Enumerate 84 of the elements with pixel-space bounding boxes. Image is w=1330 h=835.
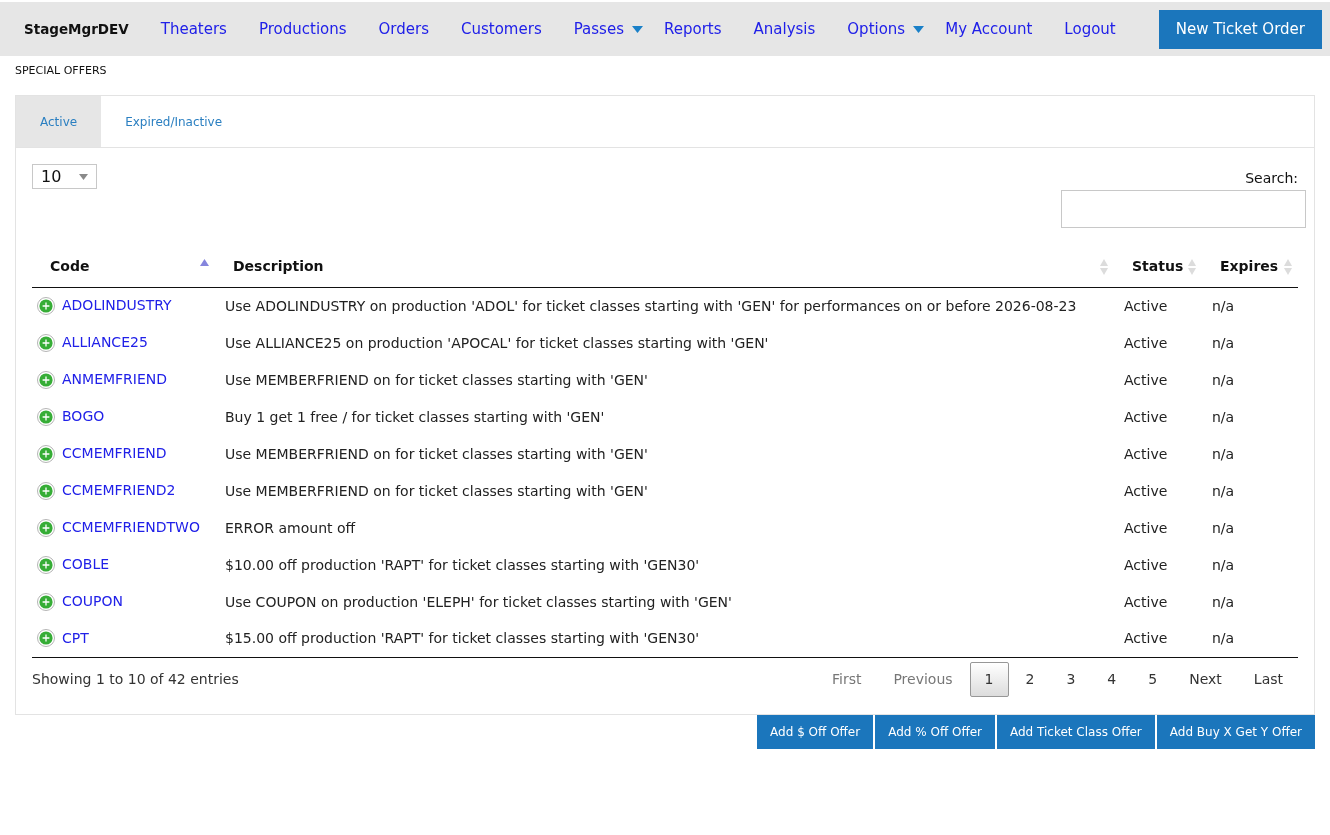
nav-link[interactable]: Logout (1048, 17, 1132, 41)
new-ticket-order-button[interactable]: New Ticket Order (1158, 9, 1322, 49)
table-cell: $10.00 off production 'RAPT' for ticket classes starting with 'GEN30' (225, 556, 700, 573)
nav-link[interactable]: Productions (242, 17, 363, 41)
table-cell: Active (1124, 408, 1168, 425)
offer-code-link[interactable]: CCMEMFRIEND2 (62, 480, 176, 501)
table-cell: $15.00 off production 'RAPT' for ticket classes starting with 'GEN30' (225, 630, 700, 647)
table-cell: n/a (1212, 593, 1235, 610)
expand-plus-icon[interactable] (37, 407, 55, 426)
offer-code-link[interactable]: COBLE (62, 554, 110, 575)
table-cell: n/a (1212, 371, 1235, 388)
brand-title: StageMgrDEV (24, 19, 130, 39)
expand-plus-icon[interactable] (37, 444, 55, 463)
column-header[interactable]: Description (215, 247, 1114, 287)
offer-code-link[interactable]: ALLIANCE25 (62, 332, 148, 353)
offer-code-link[interactable]: CCMEMFRIEND (62, 443, 167, 464)
table-cell: n/a (1212, 556, 1235, 573)
table-cell: Active (1124, 371, 1168, 388)
table-cell: n/a (1212, 519, 1235, 536)
table-cell: Active (1124, 593, 1168, 610)
offer-code-link[interactable]: CCMEMFRIENDTWO (62, 517, 200, 538)
search-label: Search: (1245, 170, 1298, 187)
table-cell: ERROR amount off (225, 519, 356, 536)
table-cell: Active (1124, 445, 1168, 462)
table-cell: Use MEMBERFRIEND on for ticket classes starting with 'GEN' (225, 371, 648, 388)
page-title: SPECIAL OFFERS (15, 62, 107, 79)
nav-link[interactable]: Options (831, 17, 930, 41)
add-offer-button[interactable]: Add $ Off Offer (757, 714, 874, 749)
pagination-button[interactable]: 1 (969, 661, 1009, 697)
add-offer-button[interactable]: Add Ticket Class Offer (997, 714, 1155, 749)
table-cell: Active (1124, 334, 1168, 351)
nav-link[interactable]: Customers (445, 17, 558, 41)
table-cell: Active (1124, 482, 1168, 499)
expand-plus-icon[interactable] (37, 481, 55, 500)
column-header[interactable]: Status (1114, 247, 1202, 287)
showing-entries-info: Showing 1 to 10 of 42 entries (32, 669, 239, 689)
column-header[interactable]: Code (32, 247, 215, 287)
pagination-button[interactable]: 4 (1092, 661, 1132, 697)
nav-link[interactable]: Passes (557, 17, 648, 41)
table-cell: n/a (1212, 297, 1235, 314)
table-cell: Active (1124, 519, 1168, 536)
nav-link[interactable]: My Account (929, 17, 1049, 41)
page-length-select[interactable]: 10 (32, 164, 97, 189)
nav-link[interactable]: Theaters (144, 17, 243, 41)
table-cell: n/a (1212, 334, 1235, 351)
caret-down-icon (79, 173, 88, 180)
table-cell: n/a (1212, 408, 1235, 425)
expand-plus-icon[interactable] (37, 555, 55, 574)
search-field[interactable] (1061, 190, 1306, 228)
expand-plus-icon[interactable] (37, 370, 55, 389)
table-cell: Active (1124, 556, 1168, 573)
offer-code-link[interactable]: BOGO (62, 406, 105, 427)
nav-link[interactable]: Reports (647, 17, 738, 41)
nav-link[interactable]: Orders (362, 17, 445, 41)
nav-link[interactable]: Analysis (737, 17, 832, 41)
expand-plus-icon[interactable] (37, 592, 55, 611)
expand-plus-icon[interactable] (37, 333, 55, 352)
tab[interactable]: Active (16, 96, 102, 147)
table-cell: Use ADOLINDUSTRY on production 'ADOL' for ticket classes starting with 'GEN' for performances on or before 2026-08-23 (225, 297, 1077, 314)
offer-code-link[interactable]: CPT (62, 627, 89, 649)
expand-plus-icon[interactable] (37, 296, 55, 315)
expand-plus-icon[interactable] (37, 518, 55, 537)
pagination-button[interactable]: 2 (1010, 661, 1050, 697)
table-cell: Buy 1 get 1 free / for ticket classes starting with 'GEN' (225, 408, 605, 425)
offer-code-link[interactable]: ADOLINDUSTRY (62, 295, 172, 317)
table-cell: n/a (1212, 630, 1235, 647)
column-header[interactable]: Expires (1202, 247, 1298, 287)
offer-code-link[interactable]: ANMEMFRIEND (62, 369, 168, 390)
offer-code-link[interactable]: COUPON (62, 591, 123, 612)
add-offer-button[interactable]: Add % Off Offer (875, 714, 995, 749)
pagination-button[interactable]: 3 (1051, 661, 1091, 697)
table-cell: Use COUPON on production 'ELEPH' for ticket classes starting with 'GEN' (225, 593, 732, 610)
table-cell: n/a (1212, 482, 1235, 499)
table-cell: Use MEMBERFRIEND on for ticket classes starting with 'GEN' (225, 482, 648, 499)
pagination-button[interactable]: Next (1174, 661, 1237, 697)
table-cell: Active (1124, 297, 1168, 314)
table-cell: n/a (1212, 445, 1235, 462)
table-cell: Active (1124, 630, 1168, 647)
add-offer-button[interactable]: Add Buy X Get Y Offer (1156, 714, 1315, 749)
pagination-button[interactable]: 5 (1133, 661, 1173, 697)
expand-plus-icon[interactable] (37, 629, 55, 648)
table-cell: Use MEMBERFRIEND on for ticket classes starting with 'GEN' (225, 445, 648, 462)
pagination-button[interactable]: Last (1238, 661, 1298, 697)
table-cell: Use ALLIANCE25 on production 'APOCAL' for ticket classes starting with 'GEN' (225, 334, 769, 351)
